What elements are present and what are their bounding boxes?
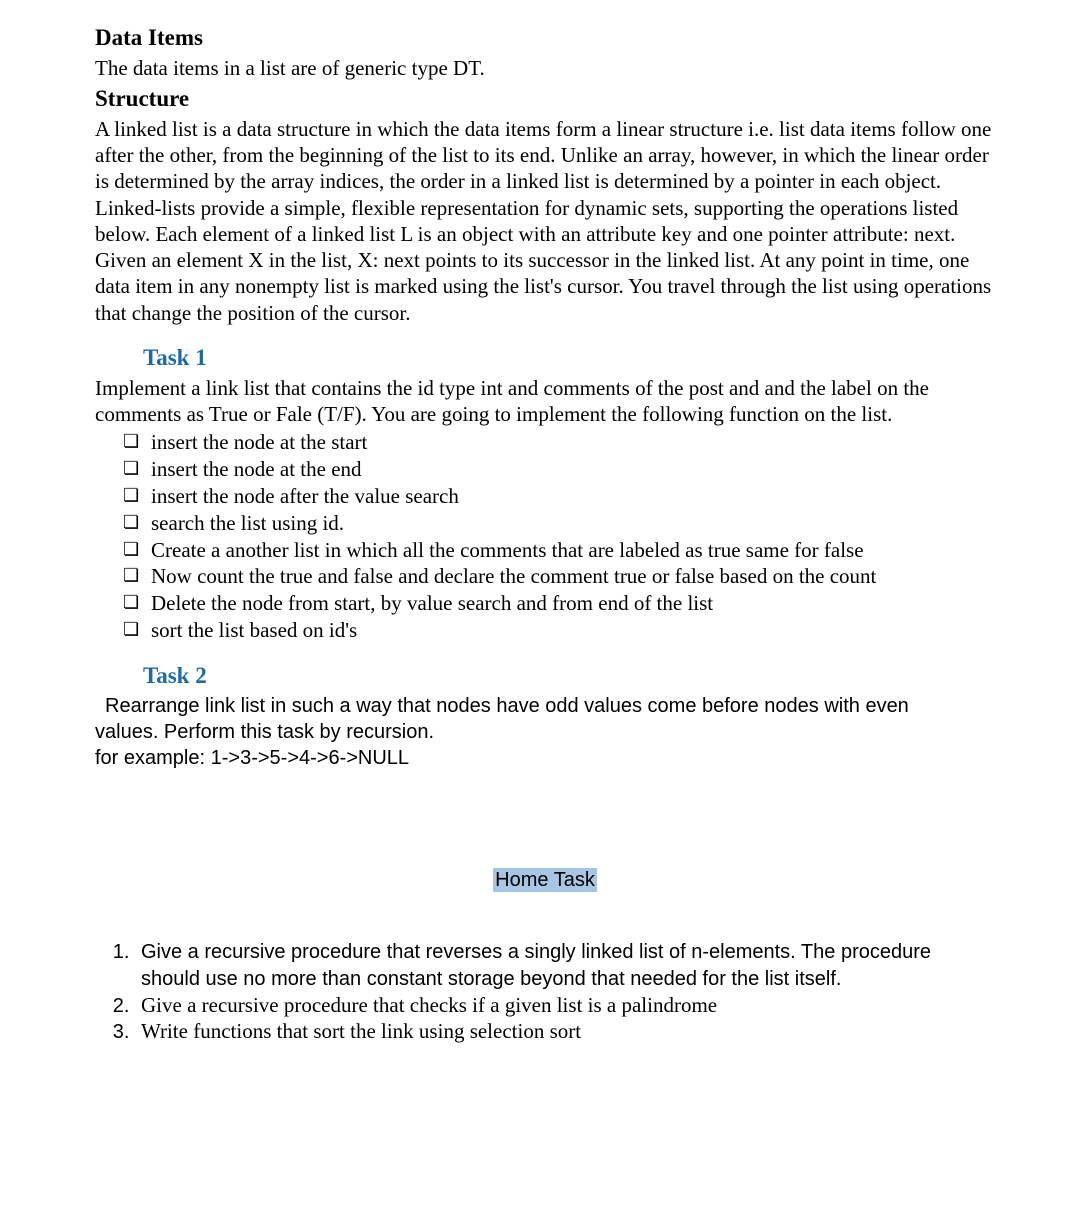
list-item: Delete the node from start, by value sea… (123, 590, 995, 617)
list-item: insert the node at the start (123, 429, 995, 456)
heading-task-2: Task 2 (143, 662, 995, 691)
list-item: insert the node at the end (123, 456, 995, 483)
home-item-1: Give a recursive procedure that reverses… (141, 941, 931, 990)
home-task-heading-wrap: Home Task (95, 866, 995, 893)
list-item: search the list using id. (123, 510, 995, 537)
list-item: sort the list based on id's (123, 617, 995, 644)
para-task-1: Implement a link list that contains the … (95, 375, 995, 428)
list-item: Write functions that sort the link using… (135, 1018, 995, 1044)
list-item: insert the node after the value search (123, 483, 995, 510)
home-item-2: Give a recursive procedure that checks i… (141, 993, 717, 1017)
task-1-list: insert the node at the start insert the … (95, 429, 995, 644)
heading-home-task: Home Task (493, 868, 597, 892)
heading-task-1: Task 1 (143, 344, 995, 373)
list-item: Give a recursive procedure that checks i… (135, 992, 995, 1018)
list-item: Create a another list in which all the c… (123, 537, 995, 564)
home-task-list: Give a recursive procedure that reverses… (95, 938, 995, 1045)
para-structure: A linked list is a data structure in whi… (95, 116, 995, 326)
list-item: Now count the true and false and declare… (123, 563, 995, 590)
heading-data-items: Data Items (95, 24, 995, 53)
para-task-2-line2: values. Perform this task by recursion. (95, 719, 995, 745)
para-task-2-line3: for example: 1->3->5->4->6->NULL (95, 745, 995, 771)
home-item-3: Write functions that sort the link using… (141, 1019, 581, 1043)
para-task-2-line1: Rearrange link list in such a way that n… (105, 693, 995, 719)
heading-structure: Structure (95, 85, 995, 114)
para-data-items: The data items in a list are of generic … (95, 55, 995, 81)
list-item: Give a recursive procedure that reverses… (135, 938, 995, 992)
